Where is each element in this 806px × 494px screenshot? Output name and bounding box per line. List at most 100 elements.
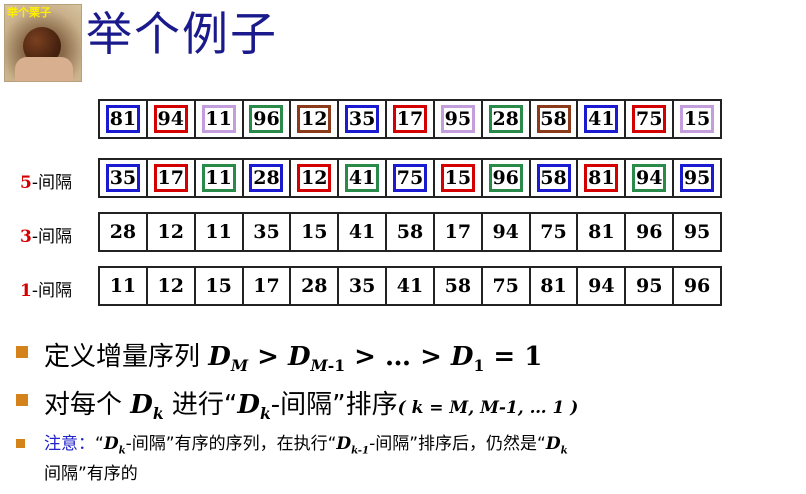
cell-value: 95 [440,105,475,133]
array-cell: 94 [626,160,675,196]
cell-value: 35 [105,164,140,192]
cell-value: 96 [249,105,284,133]
array-cell: 35 [339,101,388,137]
array-row-5-gap: 35 17 11 28 12 41 75 15 96 58 81 94 95 [98,158,722,198]
array-cell: 81 [100,101,148,137]
math-d: D [103,434,119,454]
row-label-num: 5 [20,173,32,193]
math-sub: k-1 [351,444,370,457]
cell-value: 28 [109,221,137,243]
array-cell: 96 [626,214,675,250]
array-cell: 96 [674,268,720,304]
cell-value: 35 [345,105,380,133]
math-d: D [287,342,311,372]
row-label-text: -间隔 [31,227,72,247]
array-cell: 58 [531,160,579,196]
array-cell: 81 [578,160,627,196]
cell-value: 75 [540,221,567,243]
cell-value: 58 [536,105,571,133]
cell-value: 11 [205,221,232,243]
math-sub: k [259,404,271,424]
math-sub: M [310,356,328,376]
cell-value: 75 [492,275,519,297]
cell-value: 94 [492,221,519,243]
math-sub: M [230,356,249,376]
bullet-square-icon [16,346,28,358]
array-cell: 11 [196,101,244,137]
note-text: 间隔”有序的 [44,464,138,485]
array-cell: 94 [483,214,531,250]
array-cell: 96 [483,160,531,196]
cell-value: 58 [536,164,571,192]
array-cell: 28 [100,214,148,250]
array-cell: 58 [531,101,579,137]
note-text: -间隔”有序的序列，在执行“ [125,434,337,454]
array-cell: 11 [100,268,148,304]
row-label-text: -间隔 [31,173,72,193]
math-d: D [545,434,561,454]
array-cell: 11 [196,160,244,196]
array-cell: 11 [196,214,244,250]
note-label: 注意： [44,434,95,454]
cell-value: 75 [632,105,667,133]
array-cell: 94 [578,268,627,304]
bullet-note: 注意：“Dk-间隔”有序的序列，在执行“Dk-1-间隔”排序后，仍然是“Dk 间… [44,432,568,486]
cell-value: 94 [588,275,615,297]
array-cell: 41 [387,268,435,304]
cell-value: 35 [348,275,376,297]
cell-value: 95 [635,275,663,297]
cell-value: 41 [345,164,380,192]
math-sub: -1 [327,356,346,376]
cell-value: 81 [588,221,615,243]
cell-value: 17 [444,221,472,243]
bullet-text: -间隔”排序 [270,390,398,420]
array-cell: 95 [674,214,720,250]
cell-value: 41 [348,221,376,243]
math-d: D [130,390,153,420]
cell-value: 94 [153,105,188,133]
array-cell: 41 [578,101,627,137]
bullet-text: 进行“ [171,390,238,420]
array-row-original: 81 94 11 96 12 35 17 95 28 58 41 75 15 [98,99,722,139]
array-cell: 95 [435,101,483,137]
cell-value: 81 [540,275,567,297]
array-cell: 28 [291,268,340,304]
bullet-text: 定义增量序列 [44,342,201,372]
cell-value: 28 [301,275,328,297]
slide-title: 举个例子 [86,7,278,61]
cell-value: 12 [297,105,332,133]
math-range: ( k = M, M-1, … 1 ) [397,398,579,418]
row-label-num: 1 [20,281,32,301]
cell-value: 58 [444,275,472,297]
array-cell: 15 [291,214,340,250]
cell-value: 81 [105,105,140,133]
cell-value: 58 [396,221,424,243]
cell-value: 15 [680,105,715,133]
math-d: D [336,434,352,454]
cell-value: 11 [201,164,236,192]
cell-value: 96 [635,221,663,243]
array-cell: 41 [339,160,388,196]
cell-value: 17 [392,105,427,133]
array-row-1-gap: 11 12 15 17 28 35 41 58 75 81 94 95 96 [98,266,722,306]
array-cell: 81 [531,268,579,304]
cell-value: 11 [201,105,236,133]
math-ellipsis: > … > [345,342,451,372]
array-cell: 96 [244,101,292,137]
array-cell: 75 [387,160,435,196]
array-cell: 95 [626,268,675,304]
logo-caption: 举个栗子 [7,6,51,19]
cell-value: 11 [109,275,137,297]
array-cell: 17 [387,101,435,137]
math-gt: > [248,342,288,372]
bullet-increment-sequence: 定义增量序列 DM > DM-1 > … > D1 = 1 [44,336,542,375]
array-cell: 12 [148,268,196,304]
cell-value: 41 [396,275,424,297]
bullet-square-icon [16,439,25,448]
bullet-square-icon [16,394,28,406]
cell-value: 15 [301,221,328,243]
cell-value: 12 [157,275,184,297]
cell-value: 12 [157,221,184,243]
cell-value: 28 [488,105,523,133]
array-cell: 95 [674,160,720,196]
